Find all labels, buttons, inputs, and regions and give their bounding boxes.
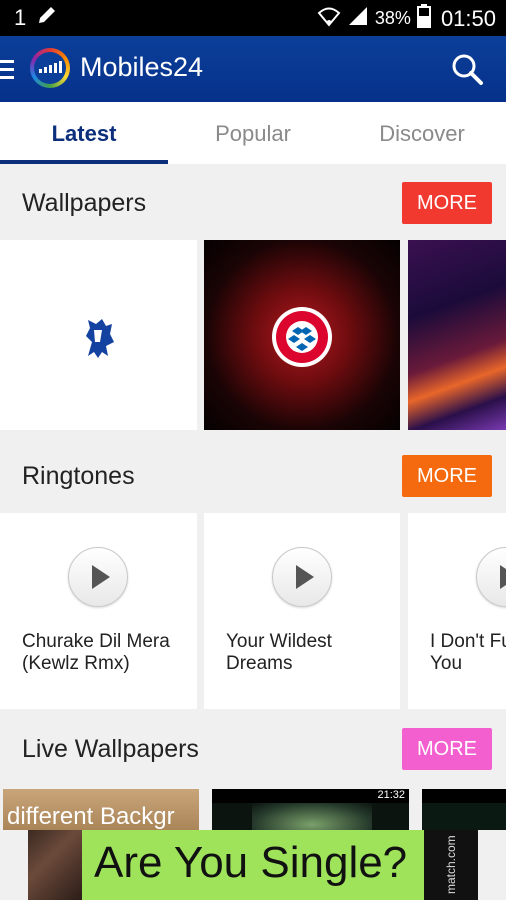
wallpapers-more-button[interactable]: MORE (402, 182, 492, 224)
ad-photo (28, 830, 82, 900)
battery-percent: 38% (374, 8, 411, 28)
thumb-caption: different Backgr (7, 803, 175, 830)
ad-brand: match.com (424, 830, 478, 900)
wallpaper-thumb-chelsea[interactable] (0, 240, 197, 430)
ringtones-more-button[interactable]: MORE (402, 455, 492, 497)
menu-icon[interactable] (0, 60, 14, 84)
section-title-ringtones: Ringtones (22, 462, 135, 490)
play-icon[interactable] (272, 547, 332, 607)
battery-icon (416, 4, 431, 33)
ringtones-header: Ringtones MORE (0, 439, 506, 513)
wallpapers-row (0, 240, 506, 430)
section-title-wallpapers: Wallpapers (22, 189, 147, 217)
tab-latest[interactable]: Latest (0, 102, 168, 164)
pencil-icon (36, 4, 58, 32)
ad-headline: Are You Single? (94, 838, 408, 887)
ringtone-title: Your Wildest Dreams (226, 631, 332, 674)
ringtones-row: Churake Dil Mera (Kewlz Rmx) Your Wildes… (0, 513, 506, 709)
app-bar: Mobiles24 (0, 36, 506, 102)
wallpaper-thumb-abstract[interactable] (408, 240, 506, 430)
live-wallpaper-thumb[interactable]: 21:32 (212, 789, 409, 830)
wallpaper-thumb-bayern[interactable] (204, 240, 400, 430)
wallpapers-header: Wallpapers MORE (0, 166, 506, 240)
wifi-icon (317, 5, 341, 32)
status-bar: 1 38% 01:50 (0, 0, 506, 36)
ringtone-card[interactable]: Churake Dil Mera (Kewlz Rmx) (0, 513, 197, 709)
ad-banner[interactable]: Are You Single? match.com (28, 830, 478, 900)
app-logo-icon (30, 48, 70, 88)
tab-bar: Latest Popular Discover (0, 102, 506, 164)
clock: 01:50 (440, 5, 496, 31)
bayern-crest-icon (272, 307, 332, 367)
notification-count: 1 (14, 5, 27, 30)
tab-popular[interactable]: Popular (169, 102, 337, 164)
app-title: Mobiles24 (80, 52, 204, 82)
chelsea-lion-icon (86, 319, 114, 358)
ringtone-card[interactable]: I Don't Fu You (408, 513, 506, 709)
section-title-live-wallpapers: Live Wallpapers (22, 735, 199, 763)
thumb-clock: 21:32 (377, 789, 405, 801)
signal-icon (347, 5, 369, 32)
ringtone-card[interactable]: Your Wildest Dreams (204, 513, 400, 709)
ringtone-title: I Don't Fu You (430, 631, 506, 674)
tab-discover[interactable]: Discover (338, 102, 506, 164)
play-icon[interactable] (68, 547, 128, 607)
live-wallpapers-more-button[interactable]: MORE (402, 728, 492, 770)
search-icon[interactable] (450, 52, 484, 86)
live-wallpaper-thumb[interactable] (422, 789, 506, 830)
live-wallpaper-thumb[interactable]: different Backgr (3, 789, 199, 830)
live-wallpapers-row: different Backgr 21:32 (0, 789, 506, 830)
ringtone-title: Churake Dil Mera (Kewlz Rmx) (22, 631, 170, 674)
play-icon[interactable] (476, 547, 506, 607)
live-wallpapers-header: Live Wallpapers MORE (0, 712, 506, 786)
